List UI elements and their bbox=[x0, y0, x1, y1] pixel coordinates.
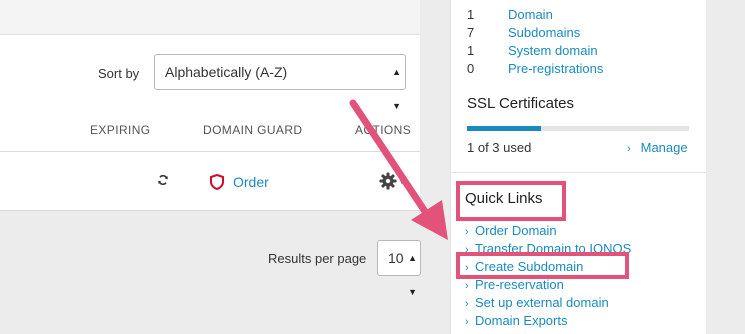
annotation-arrow bbox=[349, 99, 448, 240]
